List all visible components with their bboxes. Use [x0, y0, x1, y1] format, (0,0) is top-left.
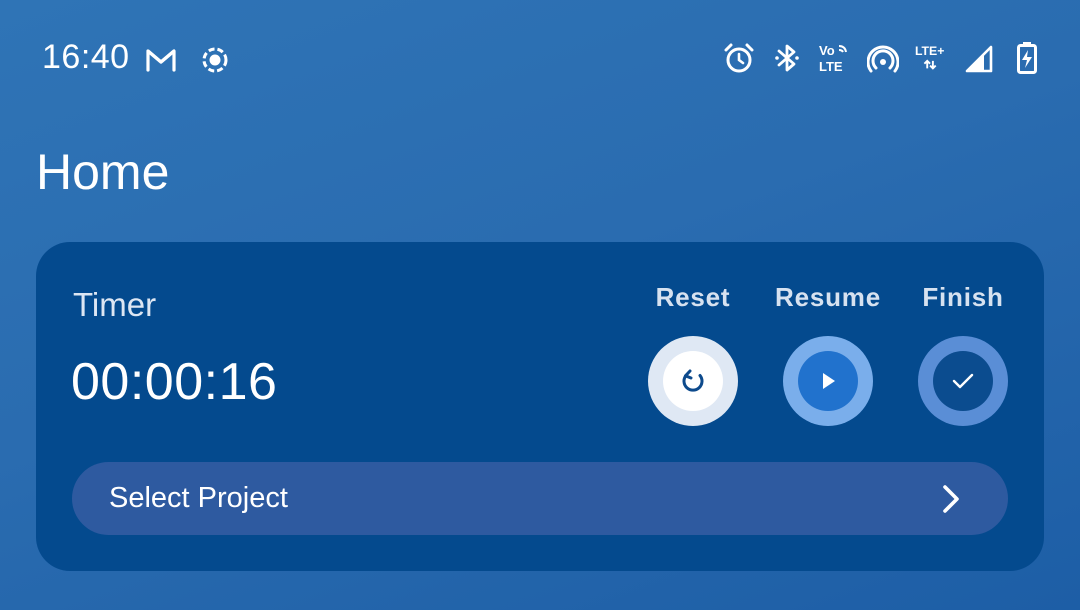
timer-card: Timer 00:00:16 Reset Resume Finish Selec… [36, 242, 1044, 571]
battery-charging-icon [1010, 40, 1044, 76]
page-title: Home [36, 144, 170, 200]
timer-value: 00:00:16 [71, 353, 278, 411]
finish-button-inner [933, 351, 993, 411]
signal-icon [962, 40, 996, 76]
hotspot-icon [866, 40, 900, 76]
reset-action: Reset [633, 282, 753, 426]
status-left-icons [144, 42, 232, 78]
reset-label: Reset [655, 282, 731, 312]
resume-button[interactable] [783, 336, 873, 426]
resume-label: Resume [775, 282, 881, 312]
chevron-right-icon [934, 482, 968, 516]
finish-label: Finish [922, 282, 1004, 312]
reset-button-inner [663, 351, 723, 411]
finish-button[interactable] [918, 336, 1008, 426]
status-right-icons: Vo LTE LTE+ [722, 40, 1044, 76]
svg-text:LTE+: LTE+ [915, 44, 944, 58]
record-icon [198, 42, 232, 78]
status-time: 16:40 [42, 38, 130, 76]
alarm-icon [722, 40, 756, 76]
svg-text:Vo: Vo [819, 43, 835, 58]
select-project-label: Select Project [109, 482, 288, 514]
play-icon [817, 370, 839, 392]
timer-label: Timer [73, 286, 157, 323]
finish-action: Finish [903, 282, 1023, 426]
lte-plus-icon: LTE+ [914, 40, 948, 76]
gmail-icon [144, 42, 178, 78]
check-icon [950, 370, 976, 392]
resume-button-inner [798, 351, 858, 411]
bluetooth-icon [770, 40, 804, 76]
volte-icon: Vo LTE [818, 40, 852, 76]
reset-icon [679, 367, 707, 395]
resume-action: Resume [768, 282, 888, 426]
select-project-button[interactable]: Select Project [72, 462, 1008, 535]
svg-text:LTE: LTE [819, 59, 843, 74]
status-bar: 16:40 Vo LTE LTE+ [0, 0, 1080, 120]
reset-button[interactable] [648, 336, 738, 426]
